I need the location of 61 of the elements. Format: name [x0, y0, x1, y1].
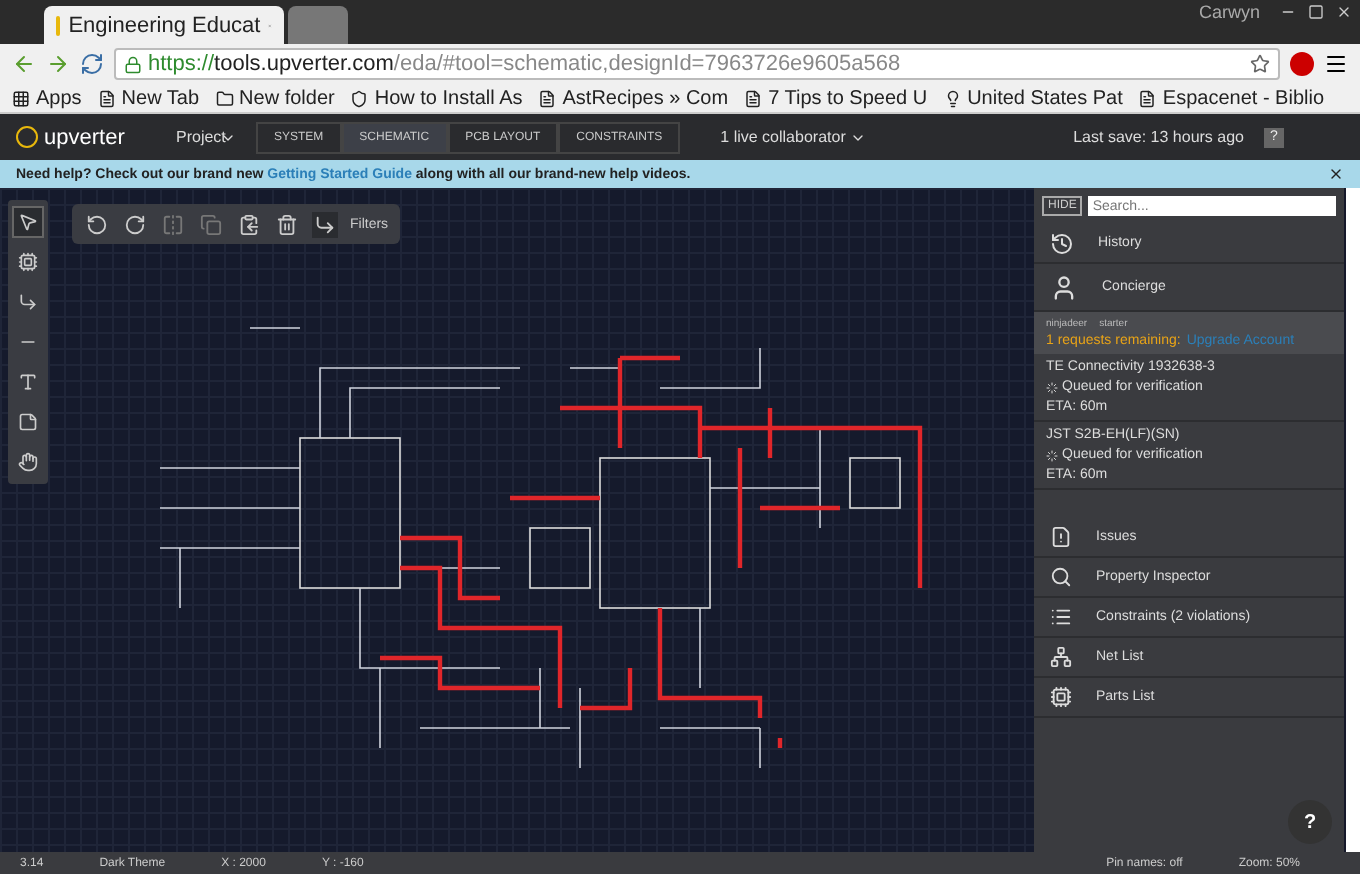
wire-icon: [314, 213, 336, 235]
rotate-right-icon: [124, 213, 146, 235]
back-icon[interactable]: [12, 52, 36, 76]
tool-button[interactable]: [12, 206, 44, 238]
text-icon: [18, 372, 38, 392]
bookmark-link[interactable]: New Tab: [97, 87, 200, 109]
action-button[interactable]: [312, 211, 338, 237]
bookmark-link[interactable]: Espacenet - Biblio: [1138, 87, 1325, 109]
star-icon[interactable]: [1250, 54, 1270, 74]
bookmark-link[interactable]: How to Install As: [350, 87, 523, 109]
bookmark-icon: [97, 89, 116, 107]
collaborator-menu[interactable]: 1 live collaborator: [720, 128, 846, 146]
hand-icon: [18, 452, 38, 472]
action-button[interactable]: [122, 211, 148, 237]
person-icon: [1050, 273, 1078, 301]
adblock-icon[interactable]: [1290, 52, 1314, 76]
site-icon: [56, 15, 61, 35]
bookmark-icon: [215, 89, 234, 107]
bookmark-link[interactable]: New folder: [215, 87, 335, 109]
history-icon: [1050, 231, 1074, 255]
logo-icon: [16, 126, 38, 148]
bookmark-icon: [350, 89, 369, 107]
lock-icon: [124, 55, 142, 73]
copy-icon: [200, 213, 222, 235]
spinner-icon: [1046, 449, 1058, 461]
forward-icon[interactable]: [46, 52, 70, 76]
menu-item-icon: [1050, 566, 1072, 588]
bookmark-icon: [12, 89, 30, 107]
address-field[interactable]: https://tools.upverter.com/eda/#tool=schematic,designId=7963726e9605a568: [114, 48, 1280, 80]
paste-icon: [238, 213, 260, 235]
action-button[interactable]: [84, 211, 110, 237]
menu-item-icon: [1050, 606, 1072, 628]
menu-item-icon: [1050, 526, 1072, 548]
bookmark-link[interactable]: 7 Tips to Speed U: [744, 87, 928, 109]
bookmark-link[interactable]: AstRecipes » Com: [538, 87, 729, 109]
bookmark-icon: [943, 89, 962, 107]
spinner-icon: [1046, 381, 1058, 393]
bookmark-icon: [538, 89, 557, 107]
last-save-text: Last save: 13 hours ago: [1073, 128, 1244, 146]
delete-icon: [276, 213, 298, 235]
select-icon: [18, 212, 38, 232]
reload-icon[interactable]: [80, 52, 104, 76]
action-button[interactable]: [236, 211, 262, 237]
bookmark-icon: [1138, 89, 1157, 107]
browser-tab[interactable]: Engineering Educat: [44, 6, 284, 44]
menu-item-icon: [1050, 686, 1072, 708]
bookmark-link[interactable]: Apps: [12, 87, 82, 109]
maximize-icon[interactable]: [1308, 4, 1324, 20]
action-button[interactable]: [274, 211, 300, 237]
user-name: Carwyn: [1198, 2, 1260, 22]
chip-icon: [18, 252, 38, 272]
logo-text: upverter: [44, 125, 125, 149]
menu-item-icon: [1050, 646, 1072, 668]
rotate-left-icon: [86, 213, 108, 235]
bookmark-icon: [744, 89, 763, 107]
project-menu[interactable]: Project: [176, 128, 256, 146]
note-icon: [18, 412, 38, 432]
bookmark-link[interactable]: United States Pat: [943, 87, 1123, 109]
menu-icon[interactable]: [1324, 52, 1348, 76]
wire-icon: [18, 292, 38, 312]
flip-icon: [162, 213, 184, 235]
